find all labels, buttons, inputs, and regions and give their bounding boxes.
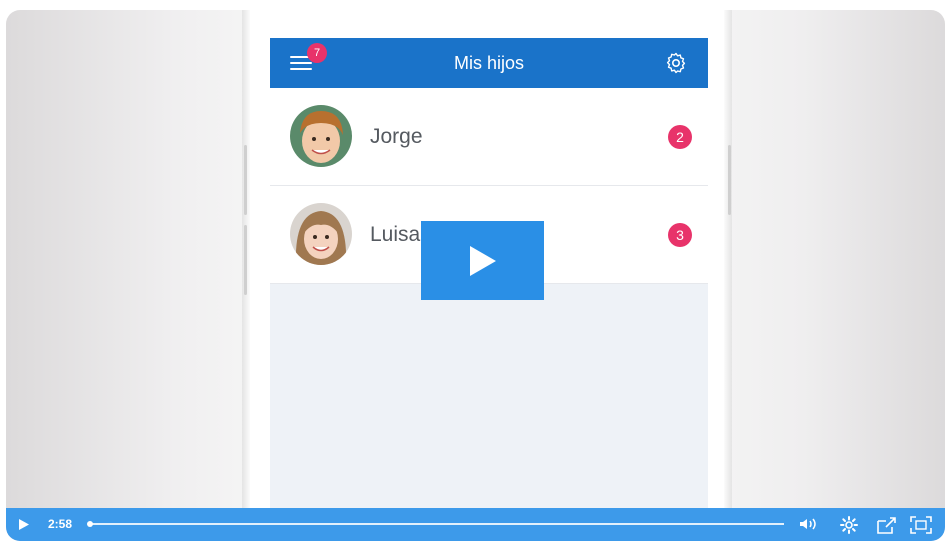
playback-time: 2:58 xyxy=(48,517,73,531)
avatar xyxy=(290,105,352,167)
device-side-button xyxy=(728,145,731,215)
device-edge xyxy=(724,10,732,541)
app-header: 7 Mis hijos xyxy=(270,38,708,88)
avatar xyxy=(290,203,352,265)
child-name: Luisa xyxy=(370,223,421,246)
device-side-button xyxy=(244,145,247,215)
list-item[interactable]: Jorge 2 xyxy=(270,88,708,186)
play-button[interactable] xyxy=(421,221,544,300)
count-badge: 3 xyxy=(668,223,692,247)
fullscreen-icon[interactable] xyxy=(910,516,932,534)
progress-bar[interactable] xyxy=(87,521,784,527)
count-badge: 2 xyxy=(668,125,692,149)
child-name: Jorge xyxy=(370,125,423,148)
play-icon xyxy=(470,246,496,276)
page-title: Mis hijos xyxy=(453,53,524,73)
video-player[interactable]: 7 Mis hijos Jorge 2 Luisa 3 2:58 xyxy=(6,10,945,541)
share-icon[interactable] xyxy=(876,516,898,534)
device-side-button xyxy=(244,225,247,295)
play-icon[interactable] xyxy=(18,518,30,531)
volume-icon[interactable] xyxy=(799,516,819,532)
settings-icon[interactable] xyxy=(840,516,858,534)
progress-handle[interactable] xyxy=(87,521,93,527)
gear-icon[interactable] xyxy=(664,51,688,75)
player-controls: 2:58 xyxy=(6,508,945,541)
